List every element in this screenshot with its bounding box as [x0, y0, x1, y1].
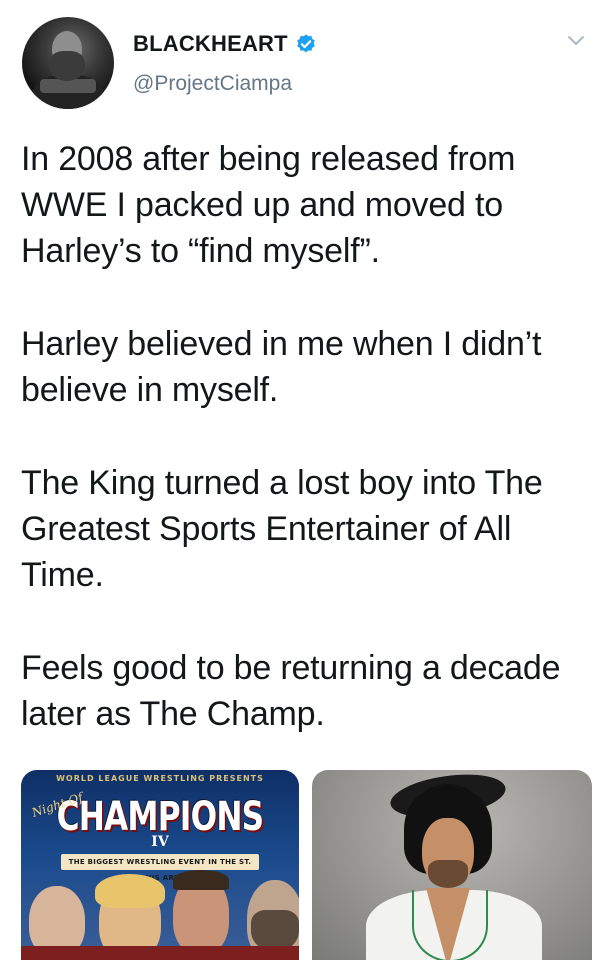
avatar-title-belt — [40, 79, 96, 93]
author-handle[interactable]: @ProjectCiampa — [133, 72, 292, 96]
poster-bottom-band — [21, 946, 299, 960]
poster-tagline: THE BIGGEST WRESTLING EVENT IN THE ST. L… — [61, 854, 259, 882]
chevron-down-icon[interactable] — [566, 33, 586, 47]
author-display-name-row[interactable]: BLACKHEART — [133, 31, 317, 57]
author-display-name[interactable]: BLACKHEART — [133, 31, 288, 57]
avatar-figure-beard — [49, 51, 85, 81]
avatar[interactable] — [22, 17, 114, 109]
photo-beard — [428, 860, 468, 888]
tweet-media-poster[interactable]: WORLD LEAGUE WRESTLING PRESENTS CHAMPION… — [21, 770, 299, 960]
poster-wrestler-2-hair — [95, 874, 165, 908]
tweet-paragraph: The King turned a lost boy into The Grea… — [21, 464, 543, 594]
tweet-paragraph: In 2008 after being released from WWE I … — [21, 140, 516, 270]
tweet-text: In 2008 after being released from WWE I … — [21, 136, 591, 784]
verified-badge-icon — [296, 34, 315, 53]
poster-numeral: IV — [151, 834, 169, 850]
tweet-paragraph: Harley believed in me when I didn’t beli… — [21, 325, 542, 409]
poster-wrestler-3-hair — [173, 870, 229, 890]
poster-presenter-text: WORLD LEAGUE WRESTLING PRESENTS — [56, 774, 264, 783]
tweet-paragraph: Feels good to be returning a decade late… — [21, 649, 561, 733]
tweet-media-photo[interactable] — [312, 770, 592, 960]
